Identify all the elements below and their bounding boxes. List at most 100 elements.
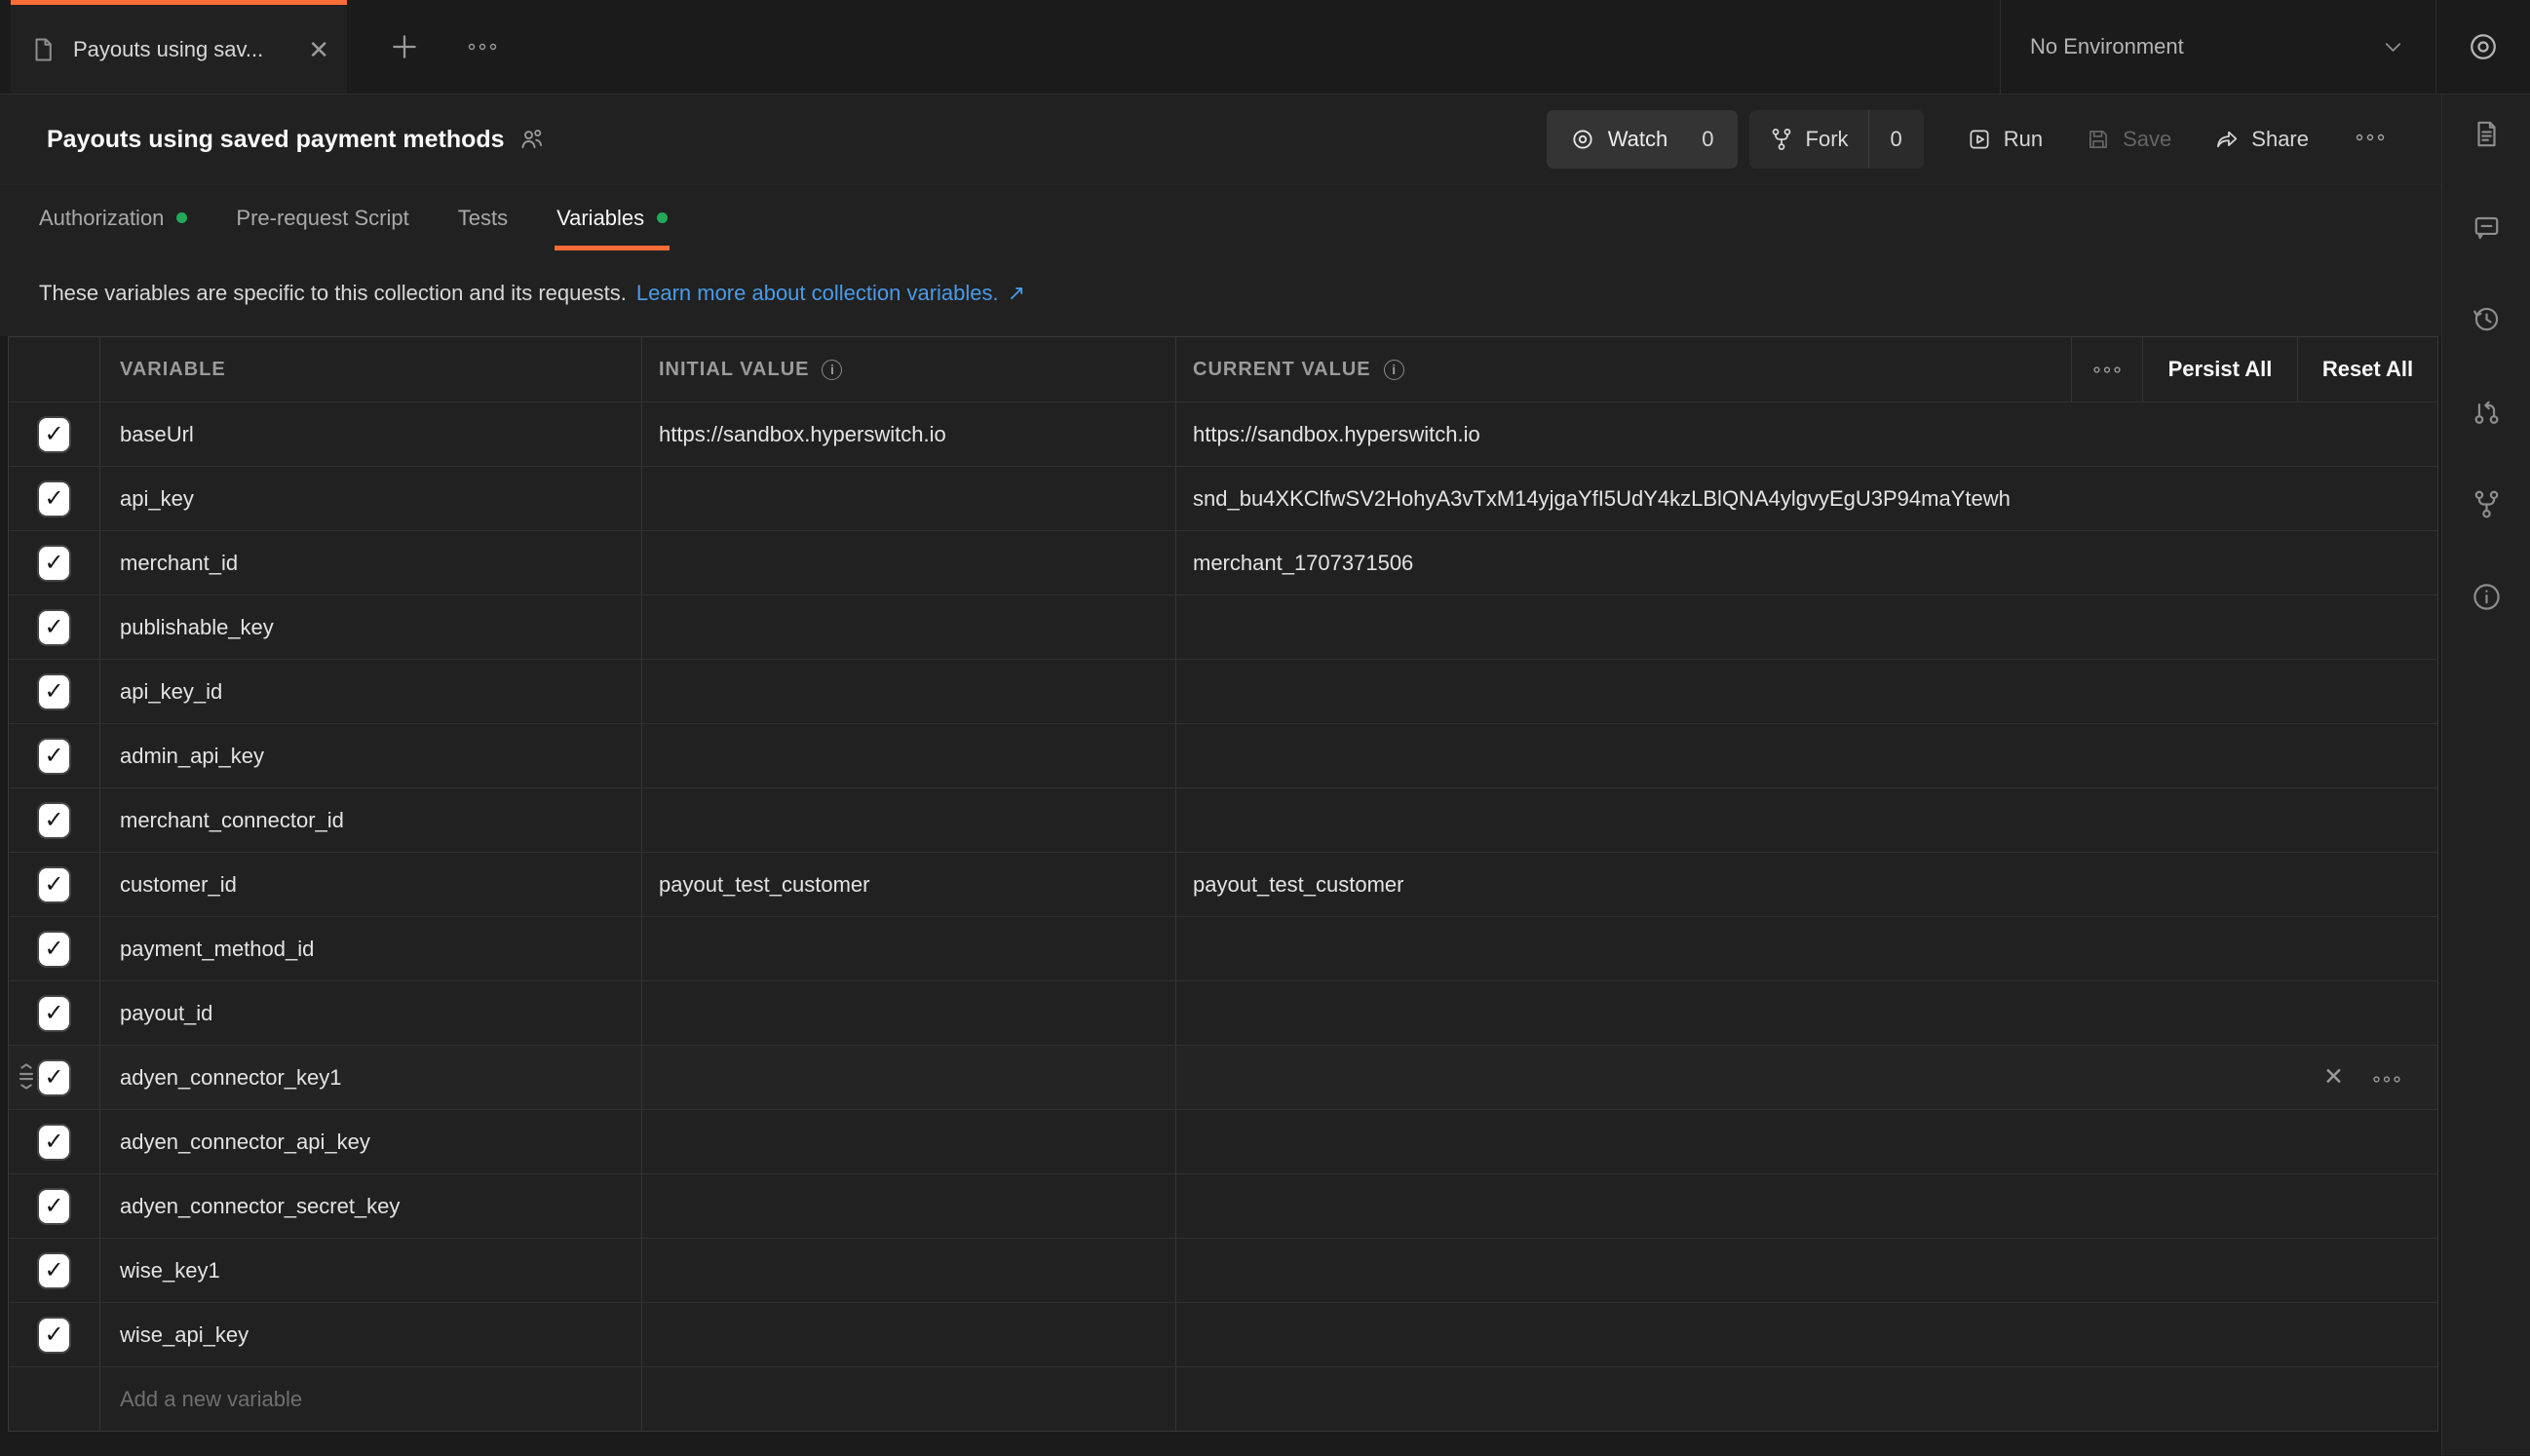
fork-button[interactable]: Fork 0 (1749, 110, 1924, 169)
tab-authorization[interactable]: Authorization (39, 185, 187, 250)
add-row-current-cell[interactable] (1176, 1367, 2437, 1431)
initial-value-cell[interactable] (642, 788, 1176, 852)
variable-name-cell[interactable]: api_key (100, 467, 642, 530)
current-value-cell[interactable]: merchant_1707371506 (1176, 531, 2437, 594)
variable-name-cell[interactable]: merchant_id (100, 531, 642, 594)
row-checkbox[interactable]: ✓ (39, 1126, 69, 1159)
current-value-cell[interactable] (1176, 1303, 2437, 1366)
variable-name-cell[interactable]: publishable_key (100, 595, 642, 659)
current-value-cell[interactable]: https://sandbox.hyperswitch.io (1176, 402, 2437, 466)
row-checkbox[interactable]: ✓ (39, 547, 69, 580)
persist-all-button[interactable]: Persist All (2143, 337, 2298, 402)
add-variable-placeholder[interactable]: Add a new variable (100, 1367, 642, 1431)
forks-icon[interactable] (2471, 488, 2503, 520)
share-button[interactable]: Share (2214, 127, 2309, 152)
variable-name-cell[interactable]: adyen_connector_key1 (100, 1046, 642, 1109)
variable-name-cell[interactable]: merchant_connector_id (100, 788, 642, 852)
current-value-cell[interactable] (1176, 660, 2437, 723)
tab-pre-request-script[interactable]: Pre-request Script (236, 185, 408, 250)
add-row-initial-cell[interactable] (642, 1367, 1176, 1431)
reset-all-button[interactable]: Reset All (2298, 337, 2437, 402)
environment-quick-look-button[interactable] (2435, 0, 2530, 94)
table-more-icon[interactable] (2072, 337, 2143, 402)
row-checkbox[interactable]: ✓ (39, 675, 69, 709)
initial-value-cell[interactable] (642, 917, 1176, 980)
learn-more-link[interactable]: Learn more about collection variables. (636, 281, 999, 306)
documentation-icon[interactable] (2471, 118, 2503, 150)
variable-name-cell[interactable]: api_key_id (100, 660, 642, 723)
current-value-cell[interactable] (1176, 788, 2437, 852)
collection-header: Payouts using saved payment methods Watc… (0, 95, 2441, 185)
variable-name-cell[interactable]: baseUrl (100, 402, 642, 466)
close-tab-icon[interactable]: ✕ (308, 37, 329, 62)
initial-value-cell[interactable] (642, 1303, 1176, 1366)
new-tab-plus-icon[interactable] (388, 30, 421, 63)
variable-name-cell[interactable]: customer_id (100, 853, 642, 916)
row-more-icon[interactable] (2371, 1065, 2402, 1091)
current-value-cell[interactable] (1176, 1174, 2437, 1238)
initial-value-cell[interactable] (642, 1046, 1176, 1109)
current-value-cell[interactable] (1176, 917, 2437, 980)
initial-value-cell[interactable] (642, 1239, 1176, 1302)
current-value-cell[interactable]: payout_test_customer (1176, 853, 2437, 916)
run-button[interactable]: Run (1967, 127, 2043, 152)
variable-name-cell[interactable]: adyen_connector_secret_key (100, 1174, 642, 1238)
current-value-cell[interactable] (1176, 1239, 2437, 1302)
row-checkbox[interactable]: ✓ (39, 740, 69, 773)
row-checkbox[interactable]: ✓ (39, 1190, 69, 1223)
row-checkbox[interactable]: ✓ (39, 611, 69, 644)
initial-value-cell[interactable] (642, 1110, 1176, 1173)
current-value-info-icon[interactable]: i (1384, 360, 1404, 380)
environment-selector[interactable]: No Environment (2000, 0, 2435, 94)
row-select-cell: ✓ (9, 1239, 100, 1302)
row-checkbox[interactable]: ✓ (39, 1319, 69, 1352)
row-checkbox[interactable]: ✓ (39, 933, 69, 966)
save-button[interactable]: Save (2086, 127, 2171, 152)
initial-value-cell[interactable] (642, 467, 1176, 530)
variable-name-cell[interactable]: wise_key1 (100, 1239, 642, 1302)
pull-requests-icon[interactable] (2471, 396, 2503, 428)
row-checkbox[interactable]: ✓ (39, 868, 69, 901)
collection-more-icon[interactable] (2354, 131, 2387, 148)
variable-row: ✓ merchant_connector_id (9, 787, 2437, 852)
current-value-cell[interactable] (1176, 1110, 2437, 1173)
initial-value-cell[interactable]: https://sandbox.hyperswitch.io (642, 402, 1176, 466)
variable-name-cell[interactable]: payout_id (100, 981, 642, 1045)
changelog-icon[interactable] (2471, 303, 2503, 335)
tab-variables[interactable]: Variables (556, 185, 668, 250)
current-value-cell[interactable] (1176, 595, 2437, 659)
current-value-cell[interactable] (1176, 724, 2437, 787)
external-link-icon: ↗ (1008, 281, 1025, 306)
variable-name-cell[interactable]: admin_api_key (100, 724, 642, 787)
current-value-cell[interactable] (1176, 981, 2437, 1045)
variable-name-cell[interactable]: wise_api_key (100, 1303, 642, 1366)
initial-value-info-icon[interactable]: i (822, 360, 842, 380)
initial-value-cell[interactable] (642, 660, 1176, 723)
initial-value-cell[interactable]: payout_test_customer (642, 853, 1176, 916)
tab-tests[interactable]: Tests (458, 185, 508, 250)
initial-value-cell[interactable] (642, 531, 1176, 594)
initial-value-cell[interactable] (642, 724, 1176, 787)
delete-row-icon[interactable]: ✕ (2323, 1065, 2344, 1090)
current-value-cell[interactable]: ✕ (1176, 1046, 2437, 1109)
request-tab[interactable]: Payouts using sav... ✕ (11, 0, 347, 94)
comments-icon[interactable] (2471, 211, 2503, 243)
row-checkbox[interactable]: ✓ (39, 482, 69, 516)
collection-pane: Payouts using saved payment methods Watc… (0, 95, 2441, 1455)
current-value-cell[interactable]: snd_bu4XKClfwSV2HohyA3vTxM14yjgaYfI5UdY4… (1176, 467, 2437, 530)
tab-options-more-icon[interactable] (466, 41, 499, 53)
row-checkbox[interactable]: ✓ (39, 1254, 69, 1287)
row-checkbox[interactable]: ✓ (39, 804, 69, 837)
info-icon[interactable] (2471, 581, 2503, 613)
initial-value-cell[interactable] (642, 1174, 1176, 1238)
initial-value-cell[interactable] (642, 595, 1176, 659)
row-checkbox[interactable]: ✓ (39, 997, 69, 1030)
variable-name-cell[interactable]: adyen_connector_api_key (100, 1110, 642, 1173)
initial-value-cell[interactable] (642, 981, 1176, 1045)
variable-name-cell[interactable]: payment_method_id (100, 917, 642, 980)
watch-button[interactable]: Watch 0 (1547, 110, 1738, 169)
add-variable-row[interactable]: Add a new variable (9, 1366, 2437, 1431)
drag-handle-icon[interactable] (11, 1058, 42, 1097)
row-checkbox[interactable]: ✓ (39, 418, 69, 451)
row-checkbox[interactable]: ✓ (39, 1061, 69, 1094)
